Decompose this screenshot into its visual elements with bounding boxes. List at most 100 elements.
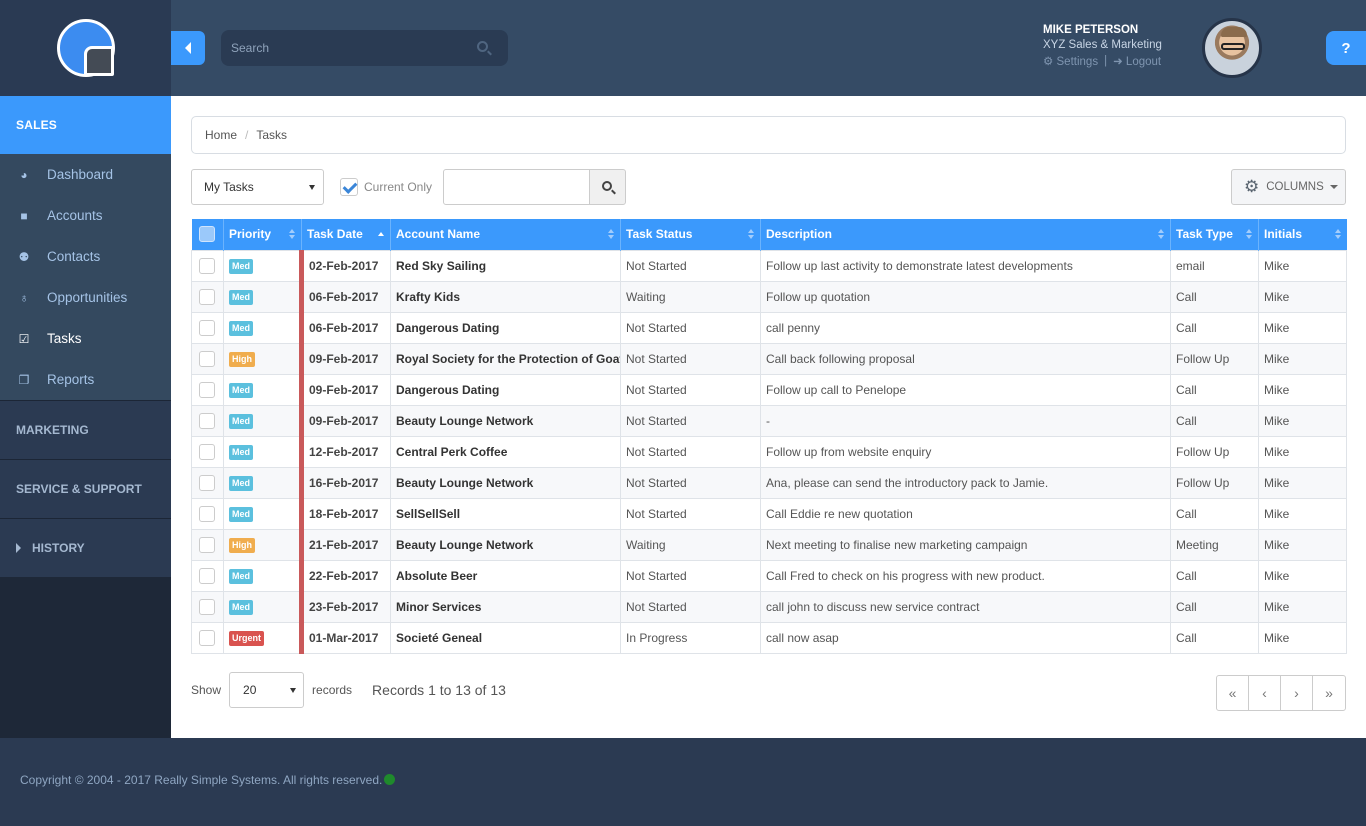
priority-cell: High <box>223 342 302 375</box>
row-checkbox[interactable] <box>199 474 215 491</box>
description-cell: Call back following proposal <box>760 342 1171 375</box>
toolbar: My Tasks Current Only ⚙ COLUMNS <box>191 169 1346 205</box>
row-checkbox[interactable] <box>199 598 215 615</box>
sidebar-section-service-support[interactable]: SERVICE & SUPPORT <box>0 459 171 518</box>
account-name-cell[interactable]: Minor Services <box>390 590 621 623</box>
sidebar: SALES ◕ Dashboard ■ Accounts ⚉ Contacts ♁ Oppor… <box>0 0 171 738</box>
first-page-button[interactable]: « <box>1217 676 1249 710</box>
row-checkbox[interactable] <box>199 381 215 398</box>
table-row[interactable]: Med 06-Feb-2017 Krafty Kids Waiting Follow u… <box>191 280 1347 313</box>
task-type-cell: Call <box>1170 590 1259 623</box>
search-input[interactable] <box>221 30 461 66</box>
header-task-status[interactable]: Task Status <box>620 219 761 250</box>
prev-page-button[interactable]: ‹ <box>1249 676 1281 710</box>
row-checkbox[interactable] <box>199 536 215 553</box>
sidebar-section-sales[interactable]: SALES <box>0 96 171 154</box>
initials-cell: Mike <box>1258 373 1347 406</box>
sidebar-item-reports[interactable]: ❐ Reports <box>0 359 171 400</box>
sidebar-item-dashboard[interactable]: ◕ Dashboard <box>0 154 171 195</box>
sidebar-toggle-button[interactable] <box>171 31 205 65</box>
checkbox-icon: ☑ <box>18 331 30 346</box>
table-row[interactable]: Med 12-Feb-2017 Central Perk Coffee Not Sta… <box>191 435 1347 468</box>
settings-link[interactable]: ⚙ Settings <box>1043 54 1098 68</box>
table-row[interactable]: Med 09-Feb-2017 Beauty Lounge Network Not S… <box>191 404 1347 437</box>
sidebar-section-history[interactable]: HISTORY <box>0 518 171 577</box>
current-only-label: Current Only <box>364 180 433 194</box>
account-name-cell[interactable]: Beauty Lounge Network <box>390 466 621 499</box>
table-row[interactable]: Med 06-Feb-2017 Dangerous Dating Not Starte… <box>191 311 1347 344</box>
help-button[interactable]: ? <box>1326 31 1366 65</box>
account-name-cell[interactable]: SellSellSell <box>390 497 621 530</box>
table-body: Med 02-Feb-2017 Red Sky Sailing Not Started… <box>191 249 1347 654</box>
row-checkbox[interactable] <box>199 629 215 646</box>
last-page-button[interactable]: » <box>1313 676 1345 710</box>
row-checkbox[interactable] <box>199 288 215 305</box>
sidebar-item-label: Dashboard <box>47 167 114 182</box>
header-label: Task Status <box>626 227 693 242</box>
header-account-name[interactable]: Account Name <box>390 219 621 250</box>
header-task-type[interactable]: Task Type <box>1170 219 1259 250</box>
user-links: ⚙ Settings | ➜ Logout <box>1043 54 1162 68</box>
next-page-button[interactable]: › <box>1281 676 1313 710</box>
table-row[interactable]: Med 23-Feb-2017 Minor Services Not Started c… <box>191 590 1347 623</box>
view-select[interactable]: My Tasks <box>191 169 324 205</box>
account-name-cell[interactable]: Beauty Lounge Network <box>390 528 621 561</box>
account-name-cell[interactable]: Societé Geneal <box>390 621 621 654</box>
sort-icon <box>1246 229 1252 240</box>
search-icon[interactable] <box>477 41 488 52</box>
table-row[interactable]: Med 18-Feb-2017 SellSellSell Not Started Cal… <box>191 497 1347 530</box>
row-checkbox[interactable] <box>199 350 215 367</box>
account-name-cell[interactable]: Beauty Lounge Network <box>390 404 621 437</box>
avatar[interactable] <box>1202 18 1262 78</box>
sidebar-item-tasks[interactable]: ☑ Tasks <box>0 318 171 359</box>
task-status-cell: Not Started <box>620 497 761 530</box>
account-name-cell[interactable]: Absolute Beer <box>390 559 621 592</box>
table-row[interactable]: High 09-Feb-2017 Royal Society for the Pro… <box>191 342 1347 375</box>
account-name-cell[interactable]: Dangerous Dating <box>390 373 621 406</box>
header-initials[interactable]: Initials <box>1258 219 1347 250</box>
sidebar-item-contacts[interactable]: ⚉ Contacts <box>0 236 171 277</box>
row-checkbox[interactable] <box>199 443 215 460</box>
header-description[interactable]: Description <box>760 219 1171 250</box>
columns-button[interactable]: ⚙ COLUMNS <box>1231 169 1346 205</box>
table-row[interactable]: Med 09-Feb-2017 Dangerous Dating Not Starte… <box>191 373 1347 406</box>
logo[interactable] <box>56 19 115 77</box>
filter-search-button[interactable] <box>589 169 626 205</box>
table-row[interactable]: Med 16-Feb-2017 Beauty Lounge Network Not S… <box>191 466 1347 499</box>
sort-icon <box>748 229 754 240</box>
current-only-checkbox[interactable] <box>340 178 358 196</box>
sidebar-section-marketing[interactable]: MARKETING <box>0 400 171 459</box>
table-row[interactable]: Med 02-Feb-2017 Red Sky Sailing Not Started… <box>191 249 1347 282</box>
sidebar-nav: ◕ Dashboard ■ Accounts ⚉ Contacts ♁ Opportuniti… <box>0 154 171 400</box>
account-name-cell[interactable]: Central Perk Coffee <box>390 435 621 468</box>
select-all-checkbox[interactable] <box>198 226 215 243</box>
page-size-select[interactable]: 20 <box>229 672 305 708</box>
row-checkbox[interactable] <box>199 567 215 584</box>
sort-asc-icon <box>378 229 384 240</box>
priority-cell: High <box>223 528 302 561</box>
row-checkbox[interactable] <box>199 505 215 522</box>
header-task-date[interactable]: Task Date <box>301 219 391 250</box>
select-cell <box>191 435 224 468</box>
gear-icon: ⚙ <box>1244 177 1260 196</box>
row-checkbox[interactable] <box>199 412 215 429</box>
current-only-toggle[interactable]: Current Only <box>340 178 432 196</box>
row-checkbox[interactable] <box>199 257 215 274</box>
records-summary: Records 1 to 13 of 13 <box>372 682 506 698</box>
account-name-cell[interactable]: Red Sky Sailing <box>390 249 621 282</box>
breadcrumb-home[interactable]: Home <box>205 128 237 142</box>
account-name-cell[interactable]: Royal Society for the Protection of Goat… <box>390 342 621 375</box>
filter-input[interactable] <box>443 169 590 205</box>
logout-link[interactable]: ➜ Logout <box>1113 54 1161 68</box>
header-select-all[interactable] <box>191 219 224 250</box>
table-row[interactable]: Med 22-Feb-2017 Absolute Beer Not Started Ca… <box>191 559 1347 592</box>
table-row[interactable]: Urgent 01-Mar-2017 Societé Geneal In Progre… <box>191 621 1347 654</box>
account-name-cell[interactable]: Krafty Kids <box>390 280 621 313</box>
header-priority[interactable]: Priority <box>223 219 302 250</box>
table-row[interactable]: High 21-Feb-2017 Beauty Lounge Network Wait… <box>191 528 1347 561</box>
account-name-cell[interactable]: Dangerous Dating <box>390 311 621 344</box>
priority-cell: Med <box>223 497 302 530</box>
sidebar-item-accounts[interactable]: ■ Accounts <box>0 195 171 236</box>
row-checkbox[interactable] <box>199 319 215 336</box>
sidebar-item-opportunities[interactable]: ♁ Opportunities <box>0 277 171 318</box>
